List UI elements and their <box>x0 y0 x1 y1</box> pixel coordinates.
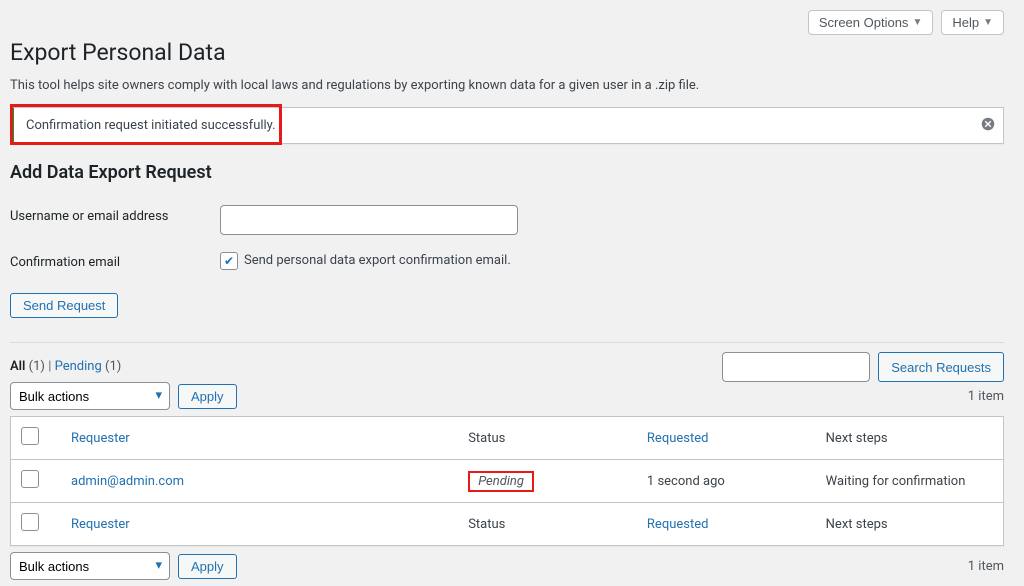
row-requested-cell: 1 second ago <box>637 460 816 503</box>
confirmation-checkbox-label: Send personal data export confirmation e… <box>244 253 511 268</box>
bulk-action-select-top[interactable]: Bulk actions <box>10 382 170 410</box>
help-label: Help <box>952 15 979 30</box>
select-all-header <box>11 417 62 460</box>
divider <box>10 342 1004 343</box>
col-requester-foot[interactable]: Requester <box>61 503 458 546</box>
confirmation-checkbox-wrap[interactable]: ✔ Send personal data export confirmation… <box>220 252 511 270</box>
close-icon[interactable] <box>981 117 995 135</box>
table-footer-row: Requester Status Requested Next steps <box>11 503 1004 546</box>
bulk-actions-top: Bulk actions Apply <box>10 382 237 410</box>
col-requested[interactable]: Requested <box>637 417 816 460</box>
search-button[interactable]: Search Requests <box>878 352 1004 382</box>
username-label: Username or email address <box>10 199 220 245</box>
notice-text: Confirmation request initiated successfu… <box>26 118 276 133</box>
page-title: Export Personal Data <box>10 39 1004 66</box>
screen-options-label: Screen Options <box>819 15 909 30</box>
search-input[interactable] <box>722 352 870 382</box>
chevron-down-icon: ▼ <box>912 17 922 28</box>
select-all-bottom[interactable] <box>21 513 39 531</box>
form-heading: Add Data Export Request <box>10 162 1004 183</box>
filter-pending-count: (1) <box>105 359 121 374</box>
username-input[interactable] <box>220 205 518 235</box>
row-requester-cell: admin@admin.com <box>61 460 458 503</box>
screen-options-button[interactable]: Screen Options ▼ <box>808 10 934 35</box>
bulk-apply-bottom[interactable]: Apply <box>178 554 237 579</box>
bulk-action-select-bottom[interactable]: Bulk actions <box>10 552 170 580</box>
table-header-row: Requester Status Requested Next steps <box>11 417 1004 460</box>
bulk-select-wrap: Bulk actions <box>10 382 170 410</box>
tablenav-top: Bulk actions Apply 1 item <box>10 382 1004 410</box>
tablenav-bottom: Bulk actions Apply 1 item <box>10 552 1004 580</box>
chevron-down-icon: ▼ <box>983 17 993 28</box>
row-status-cell: Pending <box>458 460 637 503</box>
search-box: Search Requests <box>722 352 1004 382</box>
filter-pending[interactable]: Pending <box>55 359 102 374</box>
help-button[interactable]: Help ▼ <box>941 10 1004 35</box>
table-row: admin@admin.com Pending 1 second ago Wai… <box>11 460 1004 503</box>
bulk-actions-bottom: Bulk actions Apply <box>10 552 237 580</box>
filter-all-count: (1) <box>29 359 45 374</box>
item-count-top: 1 item <box>968 389 1004 404</box>
col-next-steps: Next steps <box>816 417 1004 460</box>
col-requester[interactable]: Requester <box>61 417 458 460</box>
col-requested-foot[interactable]: Requested <box>637 503 816 546</box>
filter-all-label[interactable]: All <box>10 359 25 374</box>
confirmation-label: Confirmation email <box>10 245 220 280</box>
bulk-apply-top[interactable]: Apply <box>178 384 237 409</box>
select-all-footer <box>11 503 62 546</box>
export-form: Username or email address Confirmation e… <box>10 199 518 280</box>
row-check-cell <box>11 460 62 503</box>
requests-table: Requester Status Requested Next steps ad… <box>10 416 1004 546</box>
status-badge: Pending <box>468 471 534 492</box>
filter-pending-label: Pending <box>55 359 102 374</box>
select-all-top[interactable] <box>21 427 39 445</box>
requester-link[interactable]: admin@admin.com <box>71 474 184 489</box>
row-nextsteps-cell: Waiting for confirmation <box>816 460 1004 503</box>
page-description: This tool helps site owners comply with … <box>10 78 1004 93</box>
send-request-button[interactable]: Send Request <box>10 293 118 318</box>
col-status-foot: Status <box>458 503 637 546</box>
confirmation-checkbox[interactable]: ✔ <box>220 252 238 270</box>
screen-meta-links: Screen Options ▼ Help ▼ <box>10 10 1004 35</box>
item-count-bottom: 1 item <box>968 559 1004 574</box>
col-status: Status <box>458 417 637 460</box>
col-next-steps-foot: Next steps <box>816 503 1004 546</box>
success-notice: Confirmation request initiated successfu… <box>10 107 1004 144</box>
row-checkbox[interactable] <box>21 470 39 488</box>
dismiss-svg <box>981 117 995 131</box>
bulk-select-wrap-bottom: Bulk actions <box>10 552 170 580</box>
